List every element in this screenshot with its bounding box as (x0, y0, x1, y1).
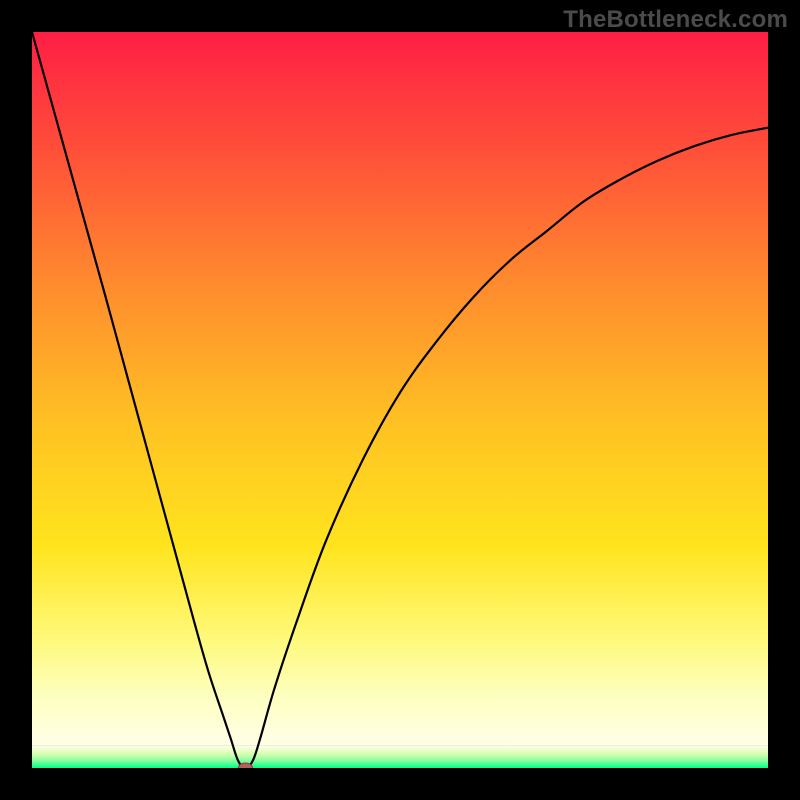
bottom-green-band (32, 746, 768, 768)
chart-svg (32, 32, 768, 768)
background-gradient (32, 32, 768, 746)
plot-area (32, 32, 768, 768)
watermark-text: TheBottleneck.com (563, 6, 788, 34)
chart-container: TheBottleneck.com (0, 0, 800, 800)
